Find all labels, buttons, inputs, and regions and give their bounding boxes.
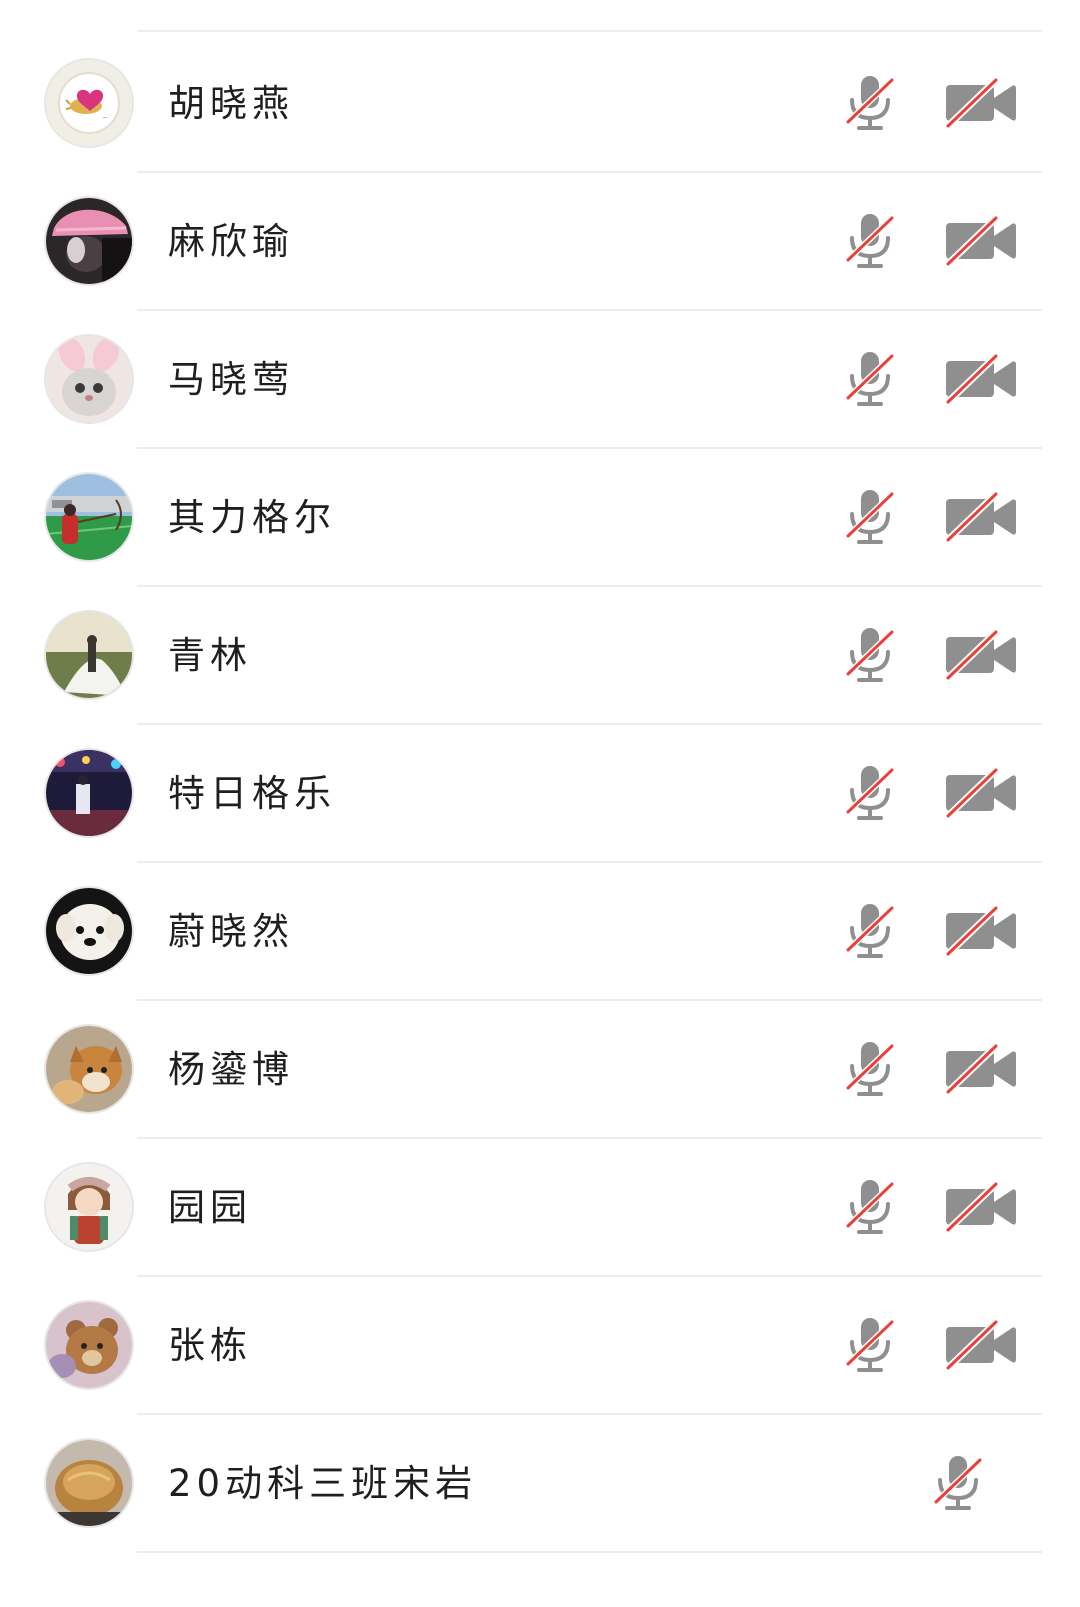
svg-text:~: ~	[102, 114, 108, 122]
avatar[interactable]	[46, 336, 132, 422]
participant-name: 马晓莺	[168, 358, 294, 401]
mic-muted-icon[interactable]	[840, 210, 900, 272]
participant-row[interactable]: 杨鎏博	[0, 998, 1080, 1139]
camera-off-icon[interactable]	[944, 766, 1018, 820]
mic-muted-icon[interactable]	[840, 1314, 900, 1376]
avatar[interactable]	[46, 1164, 132, 1250]
avatar[interactable]	[46, 1440, 132, 1526]
participant-name: 胡晓燕	[168, 82, 294, 125]
camera-off-icon[interactable]	[944, 904, 1018, 958]
mic-muted-icon[interactable]	[840, 72, 900, 134]
participant-row[interactable]: ~ 胡晓燕	[0, 32, 1080, 173]
participant-row[interactable]: 特日格乐	[0, 722, 1080, 863]
avatar[interactable]	[46, 750, 132, 836]
mic-muted-icon[interactable]	[928, 1452, 988, 1514]
camera-off-icon[interactable]	[944, 76, 1018, 130]
participant-name: 麻欣瑜	[168, 220, 294, 263]
mic-muted-icon[interactable]	[840, 1176, 900, 1238]
participant-name: 园园	[168, 1186, 252, 1229]
participant-row[interactable]: 其力格尔	[0, 446, 1080, 587]
participant-row[interactable]: 园园	[0, 1136, 1080, 1277]
mic-muted-icon[interactable]	[840, 762, 900, 824]
camera-off-icon[interactable]	[944, 352, 1018, 406]
mic-muted-icon[interactable]	[840, 624, 900, 686]
avatar[interactable]	[46, 612, 132, 698]
avatar[interactable]	[46, 474, 132, 560]
participant-list: ~ 胡晓燕 麻欣瑜 马晓莺 其力格尔 青林 特日格乐 蔚晓然 杨鎏博 园园 张栋…	[0, 0, 1080, 1607]
participant-row[interactable]: 张栋	[0, 1274, 1080, 1415]
participant-row[interactable]: 马晓莺	[0, 308, 1080, 449]
avatar[interactable]	[46, 198, 132, 284]
row-divider	[137, 1551, 1042, 1553]
mic-muted-icon[interactable]	[840, 348, 900, 410]
participant-row[interactable]: 青林	[0, 584, 1080, 725]
camera-off-icon[interactable]	[944, 490, 1018, 544]
camera-off-icon[interactable]	[944, 1180, 1018, 1234]
mic-muted-icon[interactable]	[840, 1038, 900, 1100]
mic-muted-icon[interactable]	[840, 900, 900, 962]
avatar[interactable]	[46, 1026, 132, 1112]
participant-name: 蔚晓然	[168, 910, 294, 953]
camera-off-icon[interactable]	[944, 1318, 1018, 1372]
participant-name: 青林	[168, 634, 252, 677]
mic-muted-icon[interactable]	[840, 486, 900, 548]
avatar[interactable]	[46, 888, 132, 974]
camera-off-icon[interactable]	[944, 1042, 1018, 1096]
participant-name: 杨鎏博	[168, 1048, 294, 1091]
participant-row[interactable]: 麻欣瑜	[0, 170, 1080, 311]
participant-row[interactable]: 蔚晓然	[0, 860, 1080, 1001]
camera-off-icon[interactable]	[944, 628, 1018, 682]
participant-row[interactable]: 20动科三班宋岩	[0, 1412, 1080, 1553]
participant-name: 张栋	[168, 1324, 252, 1367]
avatar[interactable]: ~	[46, 60, 132, 146]
participant-name: 其力格尔	[168, 496, 336, 539]
participant-name: 20动科三班宋岩	[168, 1462, 478, 1505]
participant-name: 特日格乐	[168, 772, 336, 815]
avatar[interactable]	[46, 1302, 132, 1388]
camera-off-icon[interactable]	[944, 214, 1018, 268]
